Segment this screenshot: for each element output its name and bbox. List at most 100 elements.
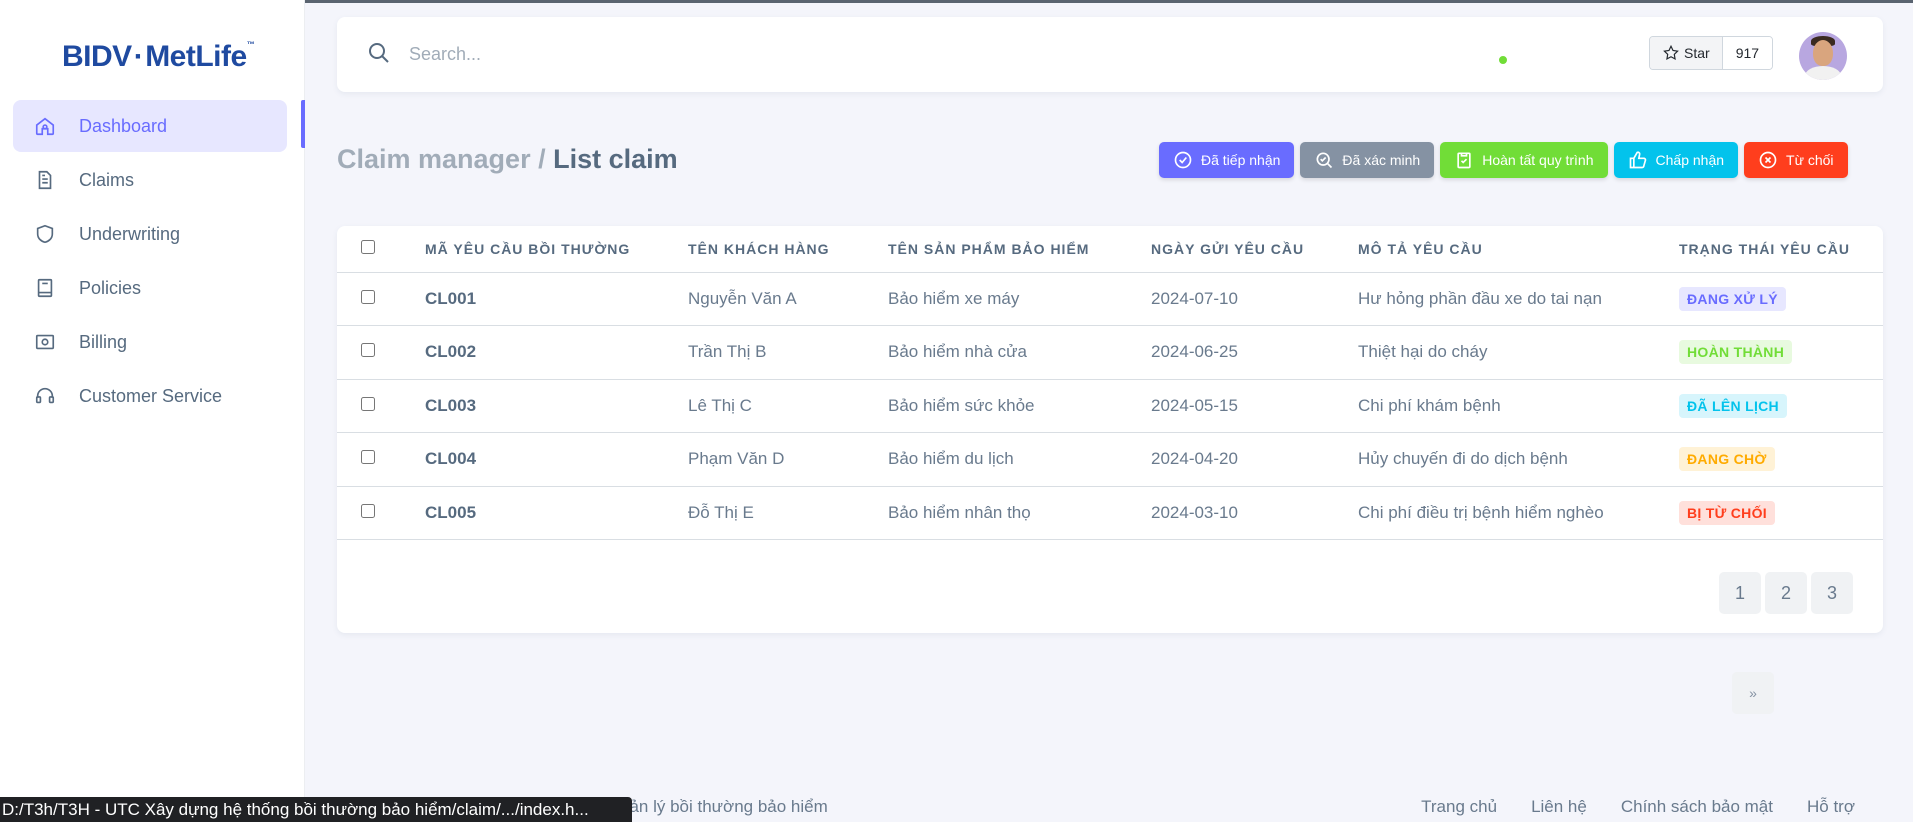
row-select-cell [337, 379, 425, 433]
sidebar-item-customer-service[interactable]: Customer Service [13, 370, 287, 422]
star-button[interactable]: Star [1650, 37, 1723, 69]
book-icon [33, 276, 57, 300]
row-select-cell [337, 272, 425, 326]
claim-code: CL005 [425, 486, 688, 540]
sidebar-item-label: Dashboard [79, 115, 168, 136]
row-select-cell [337, 486, 425, 540]
complete-process-button-label: Hoàn tất quy trình [1482, 152, 1594, 168]
search-input[interactable] [409, 39, 809, 69]
request-description: Hư hỏng phần đầu xe do tai nạn [1358, 272, 1679, 326]
row-checkbox[interactable] [361, 289, 375, 304]
avatar-face [1813, 40, 1833, 66]
reject-button[interactable]: Từ chối [1744, 142, 1848, 178]
column-header-description[interactable]: MÔ TẢ YÊU CẦU [1358, 226, 1679, 273]
sidebar-item-label: Claims [79, 169, 135, 190]
customer-name: Trần Thị B [688, 325, 888, 380]
footer-copyright: uản lý bồi thường bảo hiểm [620, 797, 828, 816]
claim-code: CL002 [425, 325, 688, 380]
select-all-checkbox[interactable] [361, 240, 375, 255]
status-badge: BỊ TỪ CHỐI [1679, 500, 1775, 525]
search-icon[interactable] [367, 41, 393, 67]
sidebar-item-dashboard[interactable]: Dashboard [13, 100, 287, 152]
request-description: Hủy chuyến đi do dịch bệnh [1358, 432, 1679, 487]
accept-button[interactable]: Chấp nhận [1613, 142, 1739, 178]
row-checkbox[interactable] [361, 503, 375, 518]
verified-button[interactable]: Đã xác minh [1300, 142, 1435, 178]
pagination-page-1[interactable]: 1 [1719, 572, 1761, 614]
table-header-row: MÃ YÊU CẦU BỒI THƯỜNG TÊN KHÁCH HÀNG TÊN… [337, 226, 1883, 273]
star-icon [1663, 44, 1679, 61]
sidebar-item-policies[interactable]: Policies [13, 262, 287, 314]
brand-logo[interactable]: BIDV·MetLife™ [62, 40, 255, 74]
verified-button-label: Đã xác minh [1342, 152, 1421, 168]
action-buttons: Đã tiếp nhận Đã xác minh Hoàn tất quy tr… [1159, 142, 1848, 178]
sidebar-item-underwriting[interactable]: Underwriting [13, 208, 287, 260]
status-cell: HOÀN THÀNH [1679, 325, 1883, 380]
camera-money-icon [33, 330, 57, 354]
footer-link-contact[interactable]: Liên hệ [1531, 797, 1587, 817]
complete-process-button[interactable]: Hoàn tất quy trình [1440, 142, 1608, 178]
sidebar-item-label: Customer Service [79, 385, 223, 406]
status-badge: HOÀN THÀNH [1679, 340, 1793, 365]
product-name: Bảo hiểm sức khỏe [888, 379, 1151, 433]
home-icon [33, 114, 57, 138]
pagination-page-3[interactable]: 3 [1811, 572, 1853, 614]
column-header-customer[interactable]: TÊN KHÁCH HÀNG [688, 226, 888, 273]
search-check-icon [1316, 152, 1333, 169]
request-date: 2024-04-20 [1151, 432, 1358, 487]
footer-link-privacy[interactable]: Chính sách bảo mật [1621, 797, 1773, 817]
column-header-code[interactable]: MÃ YÊU CẦU BỒI THƯỜNG [425, 226, 688, 273]
product-name: Bảo hiểm nhân thọ [888, 486, 1151, 540]
status-badge: ĐANG CHỜ [1679, 447, 1775, 472]
topbar: Star 917 [337, 17, 1883, 92]
pagination: « 1 2 3 » [1719, 572, 1853, 714]
column-header-status[interactable]: TRẠNG THÁI YÊU CẦU [1679, 226, 1883, 273]
status-cell: ĐÃ LÊN LỊCH [1679, 379, 1883, 433]
claim-code: CL004 [425, 432, 688, 487]
breadcrumb-parent: Claim manager / [337, 144, 554, 174]
product-name: Bảo hiểm du lịch [888, 432, 1151, 487]
column-header-product[interactable]: TÊN SẢN PHẨM BẢO HIỂM [888, 226, 1151, 273]
avatar[interactable] [1799, 32, 1847, 80]
sidebar-item-billing[interactable]: Billing [13, 316, 287, 368]
table-row[interactable]: CL005 Đỗ Thị E Bảo hiểm nhân thọ 2024-03… [337, 486, 1883, 540]
table-row[interactable]: CL004 Phạm Văn D Bảo hiểm du lịch 2024-0… [337, 432, 1883, 487]
pagination-page-2[interactable]: 2 [1765, 572, 1807, 614]
footer-link-home[interactable]: Trang chủ [1421, 797, 1497, 817]
star-count[interactable]: 917 [1722, 37, 1773, 69]
claim-code: CL003 [425, 379, 688, 433]
table-row[interactable]: CL002 Trần Thị B Bảo hiểm nhà cửa 2024-0… [337, 325, 1883, 380]
check-circle-icon [1174, 151, 1192, 169]
logo-trademark: ™ [246, 40, 255, 49]
table-row[interactable]: CL001 Nguyễn Văn A Bảo hiểm xe máy 2024-… [337, 272, 1883, 326]
document-icon [33, 168, 57, 192]
sidebar-nav: Dashboard Claims Underwriting Policies B… [13, 100, 287, 424]
github-star-widget[interactable]: Star 917 [1649, 36, 1774, 70]
sidebar-item-label: Underwriting [79, 223, 181, 244]
pagination-next-button[interactable]: » [1732, 672, 1774, 714]
request-description: Chi phí khám bệnh [1358, 379, 1679, 433]
claims-table: MÃ YÊU CẦU BỒI THƯỜNG TÊN KHÁCH HÀNG TÊN… [337, 226, 1883, 540]
status-cell: BỊ TỪ CHỐI [1679, 486, 1883, 540]
table-row[interactable]: CL003 Lê Thị C Bảo hiểm sức khỏe 2024-05… [337, 379, 1883, 433]
thumbs-up-icon [1629, 151, 1646, 169]
reject-button-label: Từ chối [1786, 152, 1834, 168]
row-checkbox[interactable] [361, 396, 375, 411]
sidebar: BIDV·MetLife™ Dashboard Claims Underwrit… [0, 0, 305, 822]
customer-name: Nguyễn Văn A [688, 272, 888, 326]
received-button-label: Đã tiếp nhận [1201, 152, 1281, 168]
received-button[interactable]: Đã tiếp nhận [1159, 142, 1295, 178]
column-header-date[interactable]: NGÀY GỬI YÊU CẦU [1151, 226, 1358, 273]
sidebar-item-claims[interactable]: Claims [13, 154, 287, 206]
customer-name: Lê Thị C [688, 379, 888, 433]
logo-text-metlife: MetLife [145, 40, 247, 73]
row-checkbox[interactable] [361, 450, 375, 465]
logo-text-bidv: BIDV [62, 40, 132, 73]
request-date: 2024-05-15 [1151, 379, 1358, 433]
footer-link-support[interactable]: Hỗ trợ [1807, 797, 1855, 817]
row-checkbox[interactable] [361, 343, 375, 358]
customer-name: Đỗ Thị E [688, 486, 888, 540]
row-select-cell [337, 432, 425, 487]
headset-icon [33, 384, 57, 408]
accept-button-label: Chấp nhận [1655, 152, 1725, 168]
